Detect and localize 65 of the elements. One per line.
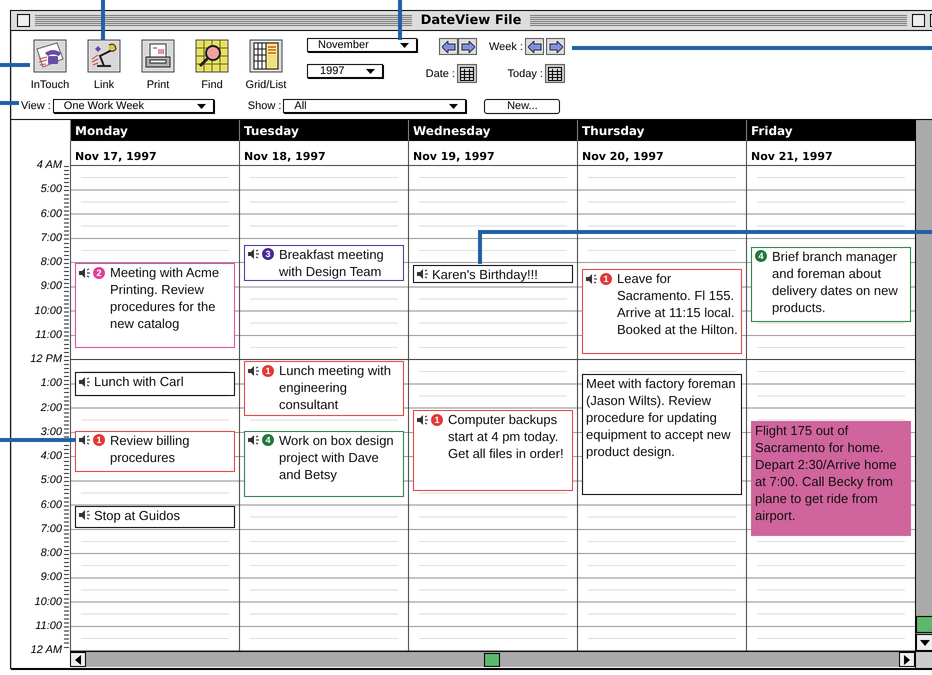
view-dropdown[interactable]: One Work Week	[52, 99, 214, 113]
month-dropdown[interactable]: November	[307, 38, 417, 52]
calendar-event[interactable]: 1 Computer backups start at 4 pm today. Get all files in order!	[413, 410, 573, 492]
event-text: Lunch with Carl	[94, 373, 185, 390]
calendar-event[interactable]: 1 Review billing procedures	[75, 430, 235, 472]
toolbar-button[interactable]: Grid/List	[239, 31, 293, 93]
day-date: Nov 17, 1997	[75, 150, 157, 163]
view-label: View :	[21, 100, 51, 112]
priority-badge: 1	[262, 364, 274, 377]
event-text: Lunch meeting with engineering consultant	[279, 362, 392, 414]
day-name: Wednesday	[413, 124, 491, 138]
day-name: Monday	[75, 124, 128, 138]
day-date: Nov 19, 1997	[413, 150, 495, 163]
calendar-event[interactable]: Meet with factory foreman (Jason Wilts). Review procedure for updating equipment to accept new product design.	[582, 374, 742, 496]
show-dropdown[interactable]: All	[283, 99, 466, 113]
priority-badge: 3	[262, 248, 274, 260]
event-text: Breakfast meeting with Design Team	[279, 246, 385, 280]
calendar-event[interactable]: Karen's Birthday!!!	[413, 264, 573, 284]
time-label: 6:00	[40, 208, 62, 220]
event-text: Review billing procedures	[110, 432, 190, 466]
day-date: Nov 20, 1997	[582, 150, 664, 163]
event-text: Meet with factory foreman (Jason Wilts). Review procedure for updating equipment to accept new product design.	[586, 375, 737, 460]
calendar-event[interactable]: 3 Breakfast meeting with Design Team	[244, 244, 404, 282]
event-text: Work on box design project with Dave and Betsy	[279, 432, 395, 483]
week-label: Week :	[488, 40, 523, 52]
time-label: 2:00	[40, 402, 62, 414]
event-text: Flight 175 out of Sacramento for home. Depart 2:30/Arrive home at 7:00. Call Becky from plane to get ride from airport.	[755, 422, 898, 524]
new-button[interactable]: New...	[484, 98, 560, 114]
toolbar-button[interactable]: Find	[185, 31, 239, 93]
calendar-event[interactable]: 4 Work on box design project with Dave and Betsy	[244, 430, 404, 498]
priority-badge: 4	[262, 434, 274, 446]
priority-badge: 4	[755, 250, 767, 262]
day-date: Nov 21, 1997	[751, 150, 833, 163]
day-name: Friday	[751, 124, 793, 138]
time-label: 6:00	[40, 498, 62, 512]
event-text: Meeting with Acme Printing. Review procedures for the new catalog	[110, 264, 220, 332]
priority-badge: 1	[600, 272, 612, 285]
today-label: Today :	[508, 68, 543, 80]
year-dropdown[interactable]: 1997	[307, 64, 383, 78]
time-label: 10:00	[34, 304, 62, 318]
day-date: Nov 18, 1997	[244, 150, 326, 163]
calendar-event[interactable]: Flight 175 out of Sacramento for home. Depart 2:30/Arrive home at 7:00. Call Becky from plane to get ride from airport.	[751, 420, 911, 536]
calendar-event[interactable]: Lunch with Carl	[75, 372, 235, 396]
calendar-event[interactable]: Stop at Guidos	[75, 506, 235, 528]
calendar-event[interactable]: 2 Meeting with Acme Printing. Review procedures for the new catalog	[75, 263, 235, 348]
day-name: Thursday	[582, 124, 644, 138]
event-text: Leave for Sacramento. Fl 155. Arrive at 11:15 local. Booked at the Hilton.	[617, 270, 738, 338]
priority-badge: 2	[93, 266, 105, 278]
calendar-event[interactable]: 1 Lunch meeting with engineering consultant	[244, 361, 404, 416]
event-text: Computer backups start at 4 pm today. Get all files in order!	[448, 411, 565, 462]
toolbar-button[interactable]: Print	[131, 31, 185, 93]
event-text: Brief branch manager and foreman about delivery dates on new products.	[772, 248, 899, 316]
toolbar-button[interactable]: InTouch	[23, 31, 77, 93]
event-text: Stop at Guidos	[94, 506, 181, 524]
date-label: Date :	[426, 68, 455, 80]
show-label: Show :	[248, 100, 282, 112]
time-label: 10:00	[34, 596, 62, 608]
toolbar-button[interactable]: Link	[77, 31, 131, 93]
calendar-event[interactable]: 1 Leave for Sacramento. Fl 155. Arrive at 11:15 local. Booked at the Hilton.	[582, 269, 742, 354]
event-text: Karen's Birthday!!!	[432, 266, 539, 283]
day-name: Tuesday	[244, 124, 299, 138]
priority-badge: 1	[93, 434, 105, 446]
calendar-event[interactable]: 4 Brief branch manager and foreman about delivery dates on new products.	[751, 246, 911, 322]
priority-badge: 1	[431, 414, 443, 426]
window-title: DateView File	[420, 13, 522, 28]
